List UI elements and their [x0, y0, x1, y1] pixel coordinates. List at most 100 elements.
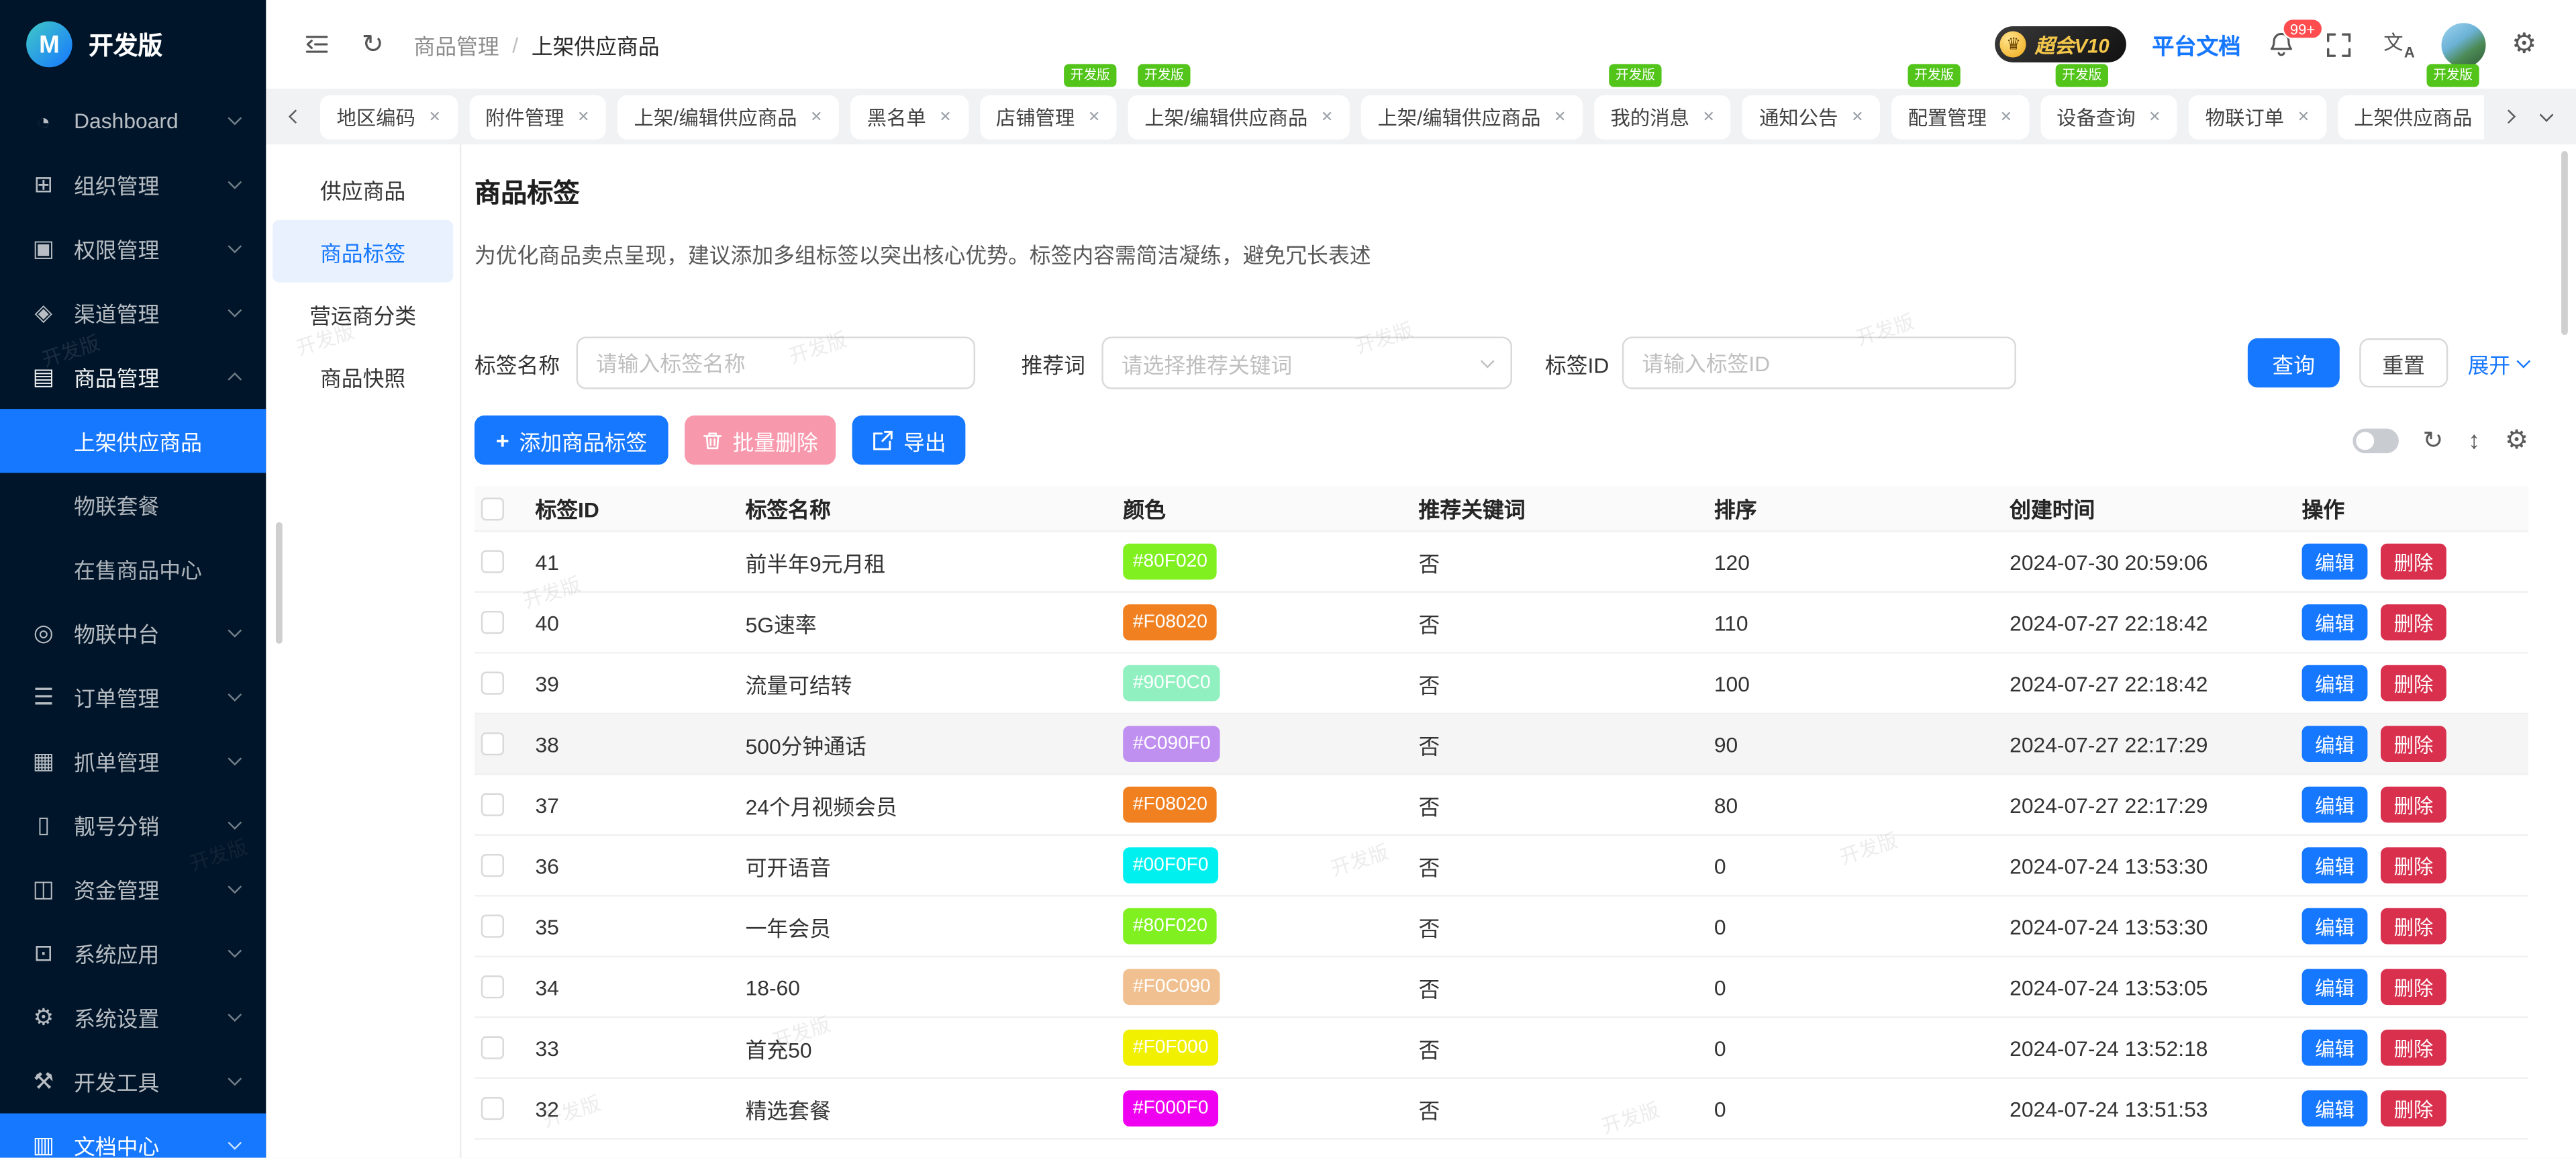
edit-button[interactable]: 编辑: [2302, 908, 2368, 945]
submenu-item-product-tags[interactable]: 商品标签: [273, 220, 453, 283]
close-icon[interactable]: ✕: [577, 107, 589, 126]
select-all-checkbox[interactable]: [481, 497, 504, 520]
delete-button[interactable]: 删除: [2381, 726, 2446, 762]
tag-id-input[interactable]: [1622, 336, 2016, 389]
tab-config-management[interactable]: 配置管理✕: [1891, 95, 2028, 139]
edit-button[interactable]: 编辑: [2302, 847, 2368, 883]
fullscreen-icon[interactable]: [2321, 26, 2357, 62]
close-icon[interactable]: ✕: [1088, 107, 1100, 126]
platform-docs-link[interactable]: 平台文档: [2152, 28, 2240, 61]
export-button[interactable]: 导出: [852, 416, 966, 465]
sidebar-item-grab-order[interactable]: ▦ 抓单管理: [0, 729, 266, 793]
breadcrumb-parent[interactable]: 商品管理: [413, 29, 499, 60]
tag-name-input[interactable]: [577, 336, 975, 389]
sidebar-item-dashboard[interactable]: ◔ Dashboard: [0, 89, 266, 152]
tab-blacklist[interactable]: 黑名单✕: [850, 95, 968, 139]
tab-attachments[interactable]: 附件管理✕: [469, 95, 606, 139]
row-checkbox[interactable]: [481, 793, 504, 816]
sidebar-item-organization[interactable]: ⊞ 组织管理: [0, 152, 266, 216]
edit-button[interactable]: 编辑: [2302, 604, 2368, 640]
close-icon[interactable]: ✕: [2297, 107, 2310, 126]
close-icon[interactable]: ✕: [1321, 107, 1333, 126]
keyword-select[interactable]: 请选择推荐关键词: [1101, 336, 1512, 389]
tab-edit-supply-product-2[interactable]: 上架/编辑供应商品✕: [1128, 95, 1350, 139]
close-icon[interactable]: ✕: [2000, 107, 2012, 126]
row-checkbox[interactable]: [481, 1036, 504, 1059]
search-button[interactable]: 查询: [2248, 338, 2340, 387]
density-icon[interactable]: ↕: [2468, 426, 2480, 454]
sidebar-item-onsale-center[interactable]: 在售商品中心: [0, 537, 266, 601]
delete-button[interactable]: 删除: [2381, 1030, 2446, 1066]
sidebar-item-product[interactable]: ▤ 商品管理: [0, 345, 266, 409]
delete-button[interactable]: 删除: [2381, 908, 2446, 945]
sidebar-item-funds[interactable]: ◫ 资金管理: [0, 857, 266, 921]
close-icon[interactable]: ✕: [1851, 107, 1863, 126]
notifications-button[interactable]: 99+: [2267, 30, 2295, 59]
delete-button[interactable]: 删除: [2381, 544, 2446, 580]
sidebar-item-number-distribution[interactable]: ▯ 靓号分销: [0, 793, 266, 857]
row-checkbox[interactable]: [481, 854, 504, 877]
delete-button[interactable]: 删除: [2381, 665, 2446, 702]
delete-button[interactable]: 删除: [2381, 787, 2446, 823]
delete-button[interactable]: 删除: [2381, 969, 2446, 1005]
table-display-toggle[interactable]: [2352, 428, 2397, 452]
sidebar-item-devtools[interactable]: ⚒ 开发工具: [0, 1049, 266, 1113]
close-icon[interactable]: ✕: [1554, 107, 1566, 126]
delete-button[interactable]: 删除: [2381, 847, 2446, 883]
sidebar-item-system-settings[interactable]: ⚙ 系统设置: [0, 985, 266, 1049]
sidebar-item-docs-center[interactable]: ▥ 文档中心: [0, 1114, 266, 1158]
page-scrollbar-thumb[interactable]: [2561, 151, 2568, 335]
edit-button[interactable]: 编辑: [2302, 1030, 2368, 1066]
sidebar-item-permission[interactable]: ▣ 权限管理: [0, 217, 266, 281]
user-avatar[interactable]: [2441, 22, 2485, 66]
add-tag-button[interactable]: + 添加商品标签: [475, 416, 668, 465]
delete-button[interactable]: 删除: [2381, 604, 2446, 640]
header-settings-icon[interactable]: ⚙: [2512, 28, 2536, 61]
tabs-menu-icon[interactable]: [2533, 103, 2559, 130]
tab-device-query[interactable]: 设备查询✕: [2040, 95, 2177, 139]
sidebar-item-order[interactable]: ☰ 订单管理: [0, 665, 266, 729]
sidebar-item-channel[interactable]: ◈ 渠道管理: [0, 281, 266, 344]
close-icon[interactable]: ✕: [2148, 107, 2161, 126]
tabs-scroll-right-icon[interactable]: [2495, 103, 2522, 130]
app-logo[interactable]: M 开发版: [0, 0, 266, 89]
column-settings-icon[interactable]: ⚙: [2505, 424, 2528, 456]
tab-announcements[interactable]: 通知公告✕: [1743, 95, 1880, 139]
sidebar-item-iot-package[interactable]: 物联套餐: [0, 473, 266, 537]
tab-shop-management[interactable]: 店铺管理✕: [979, 95, 1116, 139]
expand-filters-button[interactable]: 展开: [2468, 347, 2529, 378]
language-switch-icon[interactable]: 文 A: [2383, 30, 2414, 59]
edit-button[interactable]: 编辑: [2302, 969, 2368, 1005]
reset-button[interactable]: 重置: [2359, 338, 2448, 387]
tab-listed-supply-products[interactable]: 上架供应商品✕: [2338, 95, 2484, 139]
tab-region-code[interactable]: 地区编码✕: [320, 95, 457, 139]
tab-edit-supply-product-3[interactable]: 上架/编辑供应商品✕: [1361, 95, 1583, 139]
submenu-item-operator-category[interactable]: 营运商分类: [273, 283, 453, 345]
row-checkbox[interactable]: [481, 550, 504, 573]
tab-iot-orders[interactable]: 物联订单✕: [2189, 95, 2326, 139]
edit-button[interactable]: 编辑: [2302, 665, 2368, 702]
row-checkbox[interactable]: [481, 915, 504, 938]
sidebar-item-iot-platform[interactable]: ◎ 物联中台: [0, 601, 266, 665]
sidebar-item-listed-supply-products[interactable]: 上架供应商品: [0, 409, 266, 473]
tabs-scroll-left-icon[interactable]: [283, 103, 309, 130]
batch-delete-button[interactable]: 批量删除: [685, 416, 836, 465]
close-icon[interactable]: ✕: [939, 107, 951, 126]
submenu-item-product-snapshot[interactable]: 商品快照: [273, 345, 453, 407]
row-checkbox[interactable]: [481, 671, 504, 694]
delete-button[interactable]: 删除: [2381, 1090, 2446, 1126]
close-icon[interactable]: ✕: [1703, 107, 1715, 126]
row-checkbox[interactable]: [481, 975, 504, 998]
edit-button[interactable]: 编辑: [2302, 787, 2368, 823]
row-checkbox[interactable]: [481, 732, 504, 755]
edit-button[interactable]: 编辑: [2302, 726, 2368, 762]
refresh-table-icon[interactable]: ↻: [2423, 426, 2444, 455]
row-checkbox[interactable]: [481, 1097, 504, 1120]
tab-my-messages[interactable]: 我的消息✕: [1594, 95, 1731, 139]
tab-edit-supply-product-1[interactable]: 上架/编辑供应商品✕: [617, 95, 839, 139]
close-icon[interactable]: ✕: [428, 107, 440, 126]
collapse-sidebar-icon[interactable]: [299, 26, 335, 62]
submenu-item-supply-products[interactable]: 供应商品: [273, 158, 453, 220]
close-icon[interactable]: ✕: [810, 107, 822, 126]
refresh-page-icon[interactable]: ↻: [354, 26, 391, 62]
